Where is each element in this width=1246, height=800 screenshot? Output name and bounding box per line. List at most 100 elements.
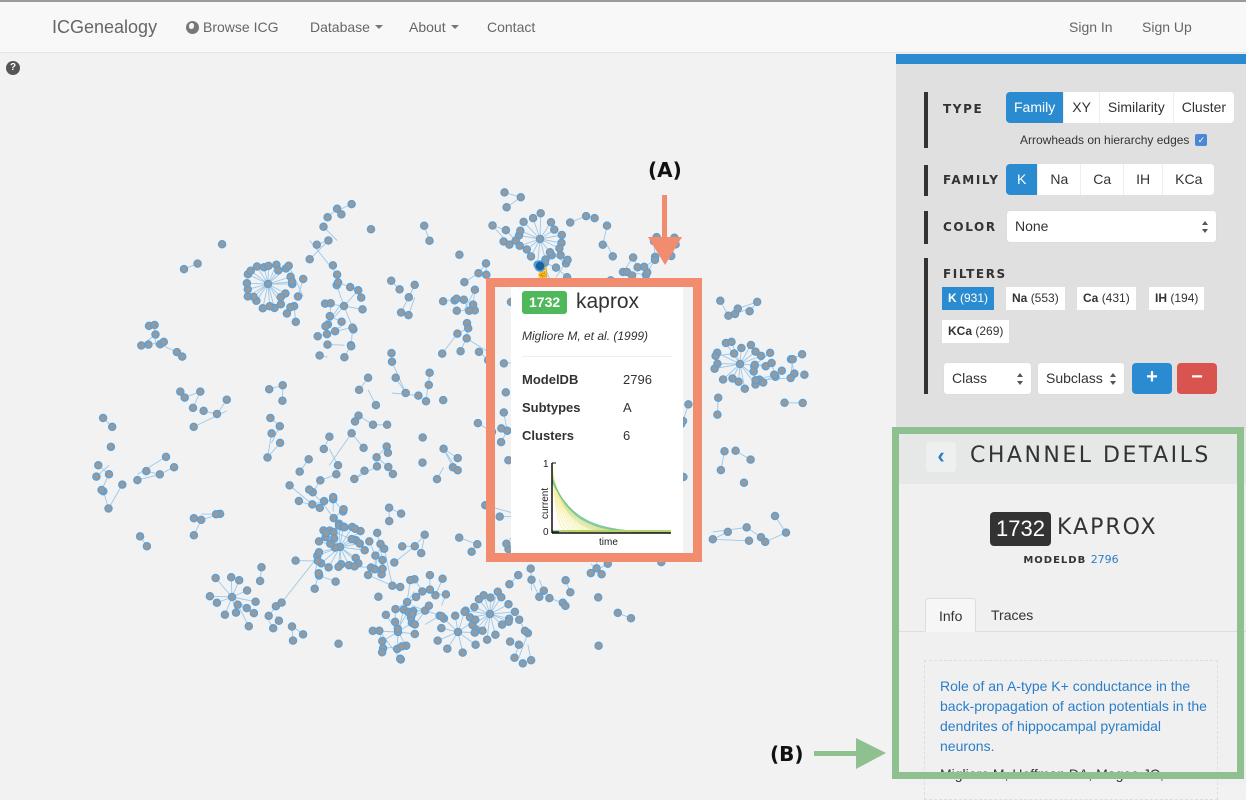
graph-node[interactable] xyxy=(348,430,355,437)
graph-node[interactable] xyxy=(503,204,510,211)
graph-node[interactable] xyxy=(599,241,606,248)
graph-node[interactable] xyxy=(515,572,522,579)
graph-node[interactable] xyxy=(98,486,105,493)
graph-node[interactable] xyxy=(276,423,283,430)
graph-node[interactable] xyxy=(456,534,463,541)
graph-node[interactable] xyxy=(197,388,204,395)
graph-node[interactable] xyxy=(740,479,747,486)
type-similarity-button[interactable]: Similarity xyxy=(1100,92,1174,123)
graph-node[interactable] xyxy=(341,524,348,531)
graph-node[interactable] xyxy=(358,294,365,301)
graph-node[interactable] xyxy=(801,371,808,378)
graph-node[interactable] xyxy=(300,275,307,282)
graph-node[interactable] xyxy=(288,623,295,630)
graph-node[interactable] xyxy=(134,477,141,484)
graph-node[interactable] xyxy=(736,360,743,367)
graph-node[interactable] xyxy=(351,475,358,482)
graph-node[interactable] xyxy=(501,189,508,196)
graph-node[interactable] xyxy=(523,246,530,253)
graph-node[interactable] xyxy=(325,237,332,244)
graph-node[interactable] xyxy=(384,421,391,428)
graph-node[interactable] xyxy=(327,300,334,307)
graph-node[interactable] xyxy=(266,386,273,393)
graph-node[interactable] xyxy=(595,594,602,601)
graph-node[interactable] xyxy=(425,602,432,609)
graph-node[interactable] xyxy=(517,194,524,201)
graph-node[interactable] xyxy=(371,566,378,573)
graph-node[interactable] xyxy=(352,525,359,532)
graph-node[interactable] xyxy=(567,219,574,226)
graph-node[interactable] xyxy=(228,593,235,600)
graph-node[interactable] xyxy=(557,252,564,259)
graph-node[interactable] xyxy=(500,409,507,416)
graph-node[interactable] xyxy=(398,309,405,316)
graph-node[interactable] xyxy=(330,494,337,501)
graph-node[interactable] xyxy=(119,481,126,488)
graph-node[interactable] xyxy=(419,459,426,466)
graph-node[interactable] xyxy=(355,287,362,294)
graph-node[interactable] xyxy=(426,237,433,244)
graph-node[interactable] xyxy=(714,411,721,418)
graph-node[interactable] xyxy=(488,428,495,435)
graph-node[interactable] xyxy=(264,280,271,287)
graph-node[interactable] xyxy=(320,223,327,230)
graph-node[interactable] xyxy=(361,467,368,474)
graph-node[interactable] xyxy=(715,394,722,401)
graph-node[interactable] xyxy=(475,270,482,277)
graph-node[interactable] xyxy=(738,344,745,351)
graph-node[interactable] xyxy=(562,602,569,609)
graph-node[interactable] xyxy=(725,312,732,319)
graph-node[interactable] xyxy=(388,350,395,357)
graph-node[interactable] xyxy=(487,594,494,601)
graph-node[interactable] xyxy=(349,324,356,331)
graph-node[interactable] xyxy=(547,219,554,226)
graph-node[interactable] xyxy=(591,215,598,222)
graph-node[interactable] xyxy=(463,335,470,342)
graph-node[interactable] xyxy=(552,264,559,271)
graph-node[interactable] xyxy=(460,296,467,303)
graph-node[interactable] xyxy=(411,281,418,288)
graph-node[interactable] xyxy=(454,330,461,337)
graph-node[interactable] xyxy=(394,625,401,632)
graph-node[interactable] xyxy=(426,572,433,579)
graph-node[interactable] xyxy=(316,352,323,359)
graph-node[interactable] xyxy=(505,601,512,608)
graph-node[interactable] xyxy=(379,565,386,572)
graph-node[interactable] xyxy=(405,294,412,301)
filter-tag-ih[interactable]: IH (194) xyxy=(1149,287,1204,310)
graph-node[interactable] xyxy=(388,277,395,284)
graph-node[interactable] xyxy=(564,256,571,263)
graph-node[interactable] xyxy=(313,241,320,248)
graph-node[interactable] xyxy=(741,385,748,392)
graph-node[interactable] xyxy=(685,401,692,408)
graph-node[interactable] xyxy=(138,342,145,349)
graph-node[interactable] xyxy=(799,351,806,358)
graph-node[interactable] xyxy=(365,374,372,381)
graph-node[interactable] xyxy=(356,540,363,547)
graph-node[interactable] xyxy=(530,215,537,222)
graph-node[interactable] xyxy=(511,654,518,661)
graph-node[interactable] xyxy=(373,454,380,461)
graph-node[interactable] xyxy=(232,609,239,616)
graph-node[interactable] xyxy=(521,627,528,634)
graph-node[interactable] xyxy=(472,616,479,623)
graph-node[interactable] xyxy=(323,530,330,537)
graph-node[interactable] xyxy=(758,352,765,359)
graph-node[interactable] xyxy=(489,222,496,229)
graph-node[interactable] xyxy=(384,449,391,456)
graph-node[interactable] xyxy=(439,350,446,357)
graph-node[interactable] xyxy=(277,294,284,301)
graph-node[interactable] xyxy=(474,420,481,427)
graph-node[interactable] xyxy=(93,473,100,480)
graph-node[interactable] xyxy=(502,389,509,396)
graph-node[interactable] xyxy=(440,445,447,452)
graph-node[interactable] xyxy=(190,515,197,522)
graph-node[interactable] xyxy=(614,609,621,616)
graph-node[interactable] xyxy=(160,338,167,345)
graph-node[interactable] xyxy=(179,353,186,360)
graph-node[interactable] xyxy=(503,540,510,547)
graph-node[interactable] xyxy=(386,518,393,525)
graph-node[interactable] xyxy=(321,498,328,505)
graph-node[interactable] xyxy=(107,443,114,450)
graph-node[interactable] xyxy=(171,464,178,471)
